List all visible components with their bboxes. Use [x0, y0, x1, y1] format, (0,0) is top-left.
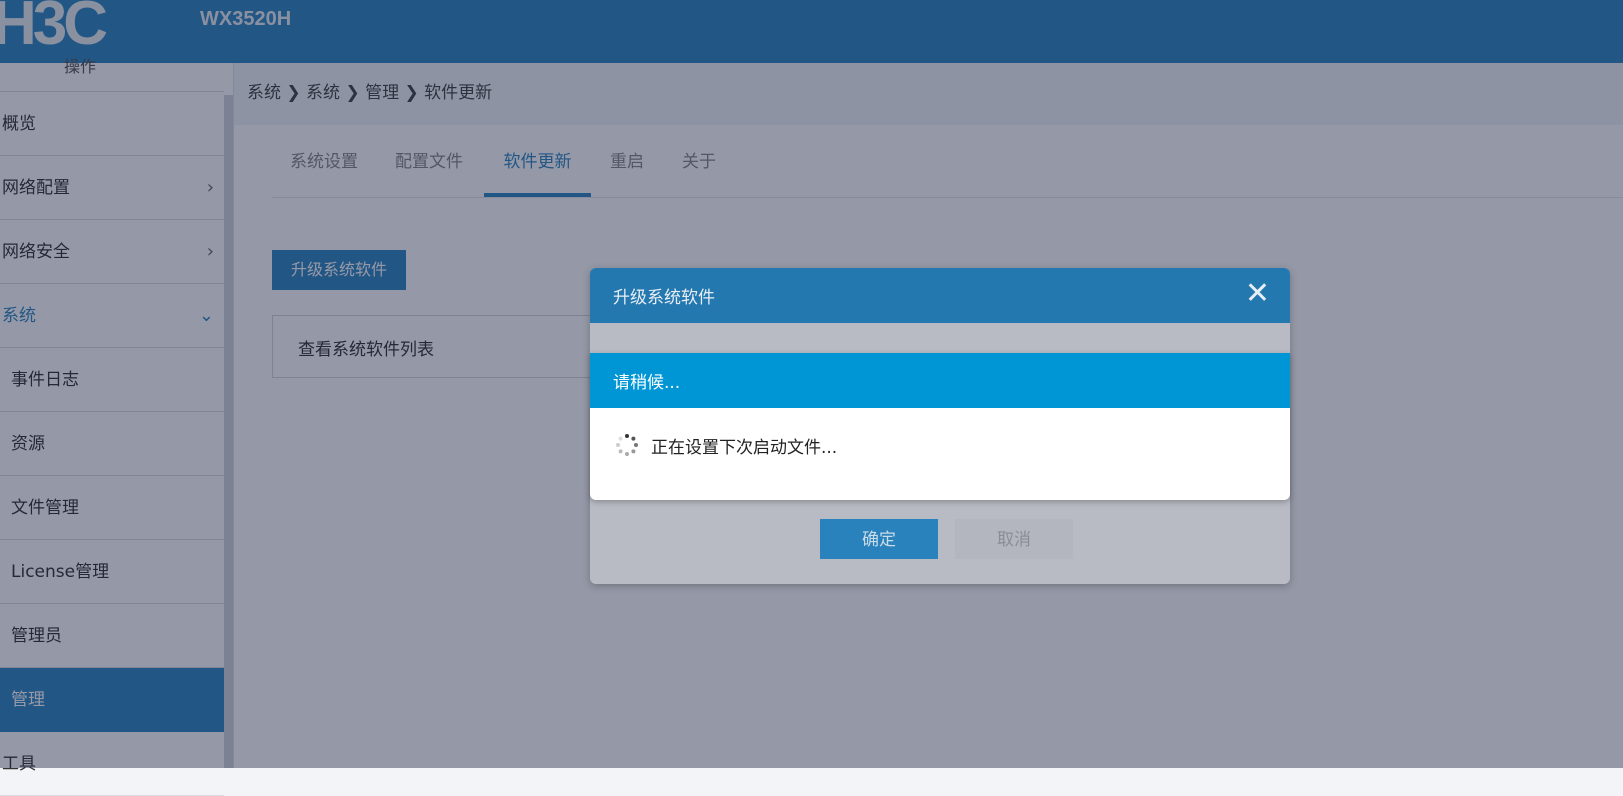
wait-dialog: 请稍候... 正在设置下次启动文件... [590, 353, 1290, 500]
wait-dialog-header: 请稍候... [590, 353, 1290, 408]
wait-message: 正在设置下次启动文件... [651, 438, 838, 458]
close-icon[interactable]: ✕ [1245, 276, 1270, 311]
cancel-button[interactable]: 取消 [955, 519, 1073, 559]
confirm-button[interactable]: 确定 [820, 519, 938, 559]
loading-spinner-icon [616, 434, 638, 456]
wait-dialog-title: 请稍候... [613, 373, 681, 393]
upgrade-dialog-title: 升级系统软件 [613, 288, 715, 308]
upgrade-dialog-header: 升级系统软件 ✕ [590, 268, 1290, 323]
